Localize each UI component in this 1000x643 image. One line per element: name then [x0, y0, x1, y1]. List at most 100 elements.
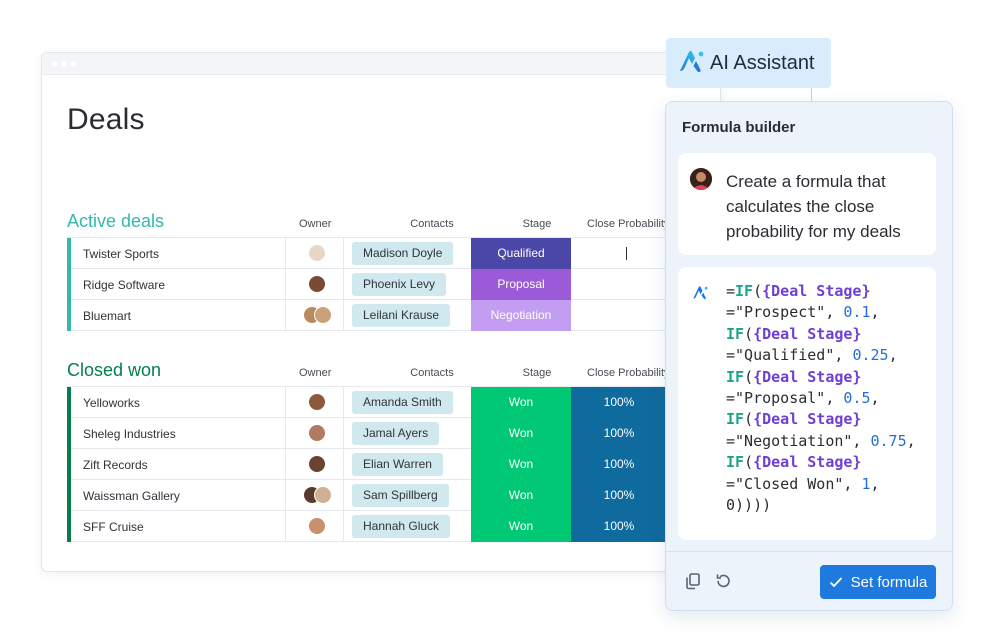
owner-cell[interactable] [303, 424, 339, 444]
probability-cell[interactable]: 100% [571, 511, 667, 542]
board-title: Deals [67, 103, 145, 136]
probability-cell[interactable] [571, 300, 667, 331]
table-row[interactable]: Twister Sports Madison Doyle Qualified [67, 238, 720, 269]
probability-cell[interactable]: 100% [571, 449, 667, 480]
owner-cell[interactable] [303, 455, 339, 475]
formula-line: ="Proposal", 0.5, [726, 389, 880, 408]
table-row[interactable]: SFF Cruise Hannah Gluck Won 100% [67, 511, 720, 542]
text-cursor [626, 247, 627, 260]
avatar [308, 455, 326, 473]
contact-chip[interactable]: Madison Doyle [352, 242, 454, 265]
avatar [308, 393, 326, 411]
contact-chip[interactable]: Hannah Gluck [352, 515, 451, 538]
contact-chip[interactable]: Jamal Ayers [352, 422, 440, 445]
table-row[interactable]: Bluemart Leilani Krause Negotiation [67, 300, 720, 331]
column-header-owner[interactable]: Owner [299, 367, 331, 379]
cell-divider [343, 480, 344, 511]
set-formula-label: Set formula [850, 573, 928, 591]
column-header-contacts[interactable]: Contacts [387, 367, 477, 379]
stage-status[interactable]: Qualified [471, 238, 571, 269]
owner-cell[interactable] [303, 393, 339, 413]
undo-icon[interactable] [714, 572, 734, 592]
formula-code[interactable]: =IF({Deal Stage} ="Prospect", 0.1, IF({Dea… [726, 281, 916, 516]
deal-name[interactable]: Twister Sports [83, 247, 159, 261]
copy-icon[interactable] [684, 572, 704, 592]
stage-status[interactable]: Won [471, 418, 571, 449]
cell-divider [285, 269, 286, 300]
column-header-stage[interactable]: Stage [497, 218, 577, 230]
group-title[interactable]: Active deals [67, 211, 164, 232]
column-header-owner[interactable]: Owner [299, 218, 331, 230]
set-formula-button[interactable]: Set formula [820, 565, 936, 599]
window-dot [52, 61, 58, 67]
column-header-contacts[interactable]: Contacts [387, 218, 477, 230]
formula-line: ="Closed Won", 1, [726, 474, 880, 493]
formula-line: =IF({Deal Stage} [726, 282, 871, 300]
owner-cell[interactable] [303, 275, 339, 295]
avatar [308, 244, 326, 262]
stage-status[interactable]: Won [471, 387, 571, 418]
contact-chip[interactable]: Elian Warren [352, 453, 443, 476]
owner-cell[interactable] [303, 244, 339, 264]
group-color-bar [67, 238, 71, 269]
contact-chip[interactable]: Phoenix Levy [352, 273, 447, 296]
ai-assistant-label: AI Assistant [710, 51, 815, 74]
avatar [308, 424, 326, 442]
contact-chip[interactable]: Sam Spillberg [352, 484, 449, 507]
panel-divider [666, 551, 952, 552]
user-message: Create a formula that calculates the clo… [678, 153, 936, 255]
formula-line: IF({Deal Stage} [726, 324, 862, 343]
panel-title: Formula builder [682, 119, 796, 136]
deal-name[interactable]: Ridge Software [83, 278, 165, 292]
cell-divider [285, 480, 286, 511]
ai-assistant-badge[interactable]: AI Assistant [666, 38, 831, 88]
avatar [314, 486, 332, 504]
cell-divider [343, 449, 344, 480]
probability-cell[interactable]: 100% [571, 418, 667, 449]
group-active-deals: Active deals Owner Contacts Stage Close … [67, 211, 720, 331]
deal-name[interactable]: Zift Records [83, 458, 148, 472]
formula-result: =IF({Deal Stage} ="Prospect", 0.1, IF({Dea… [678, 267, 936, 540]
ai-assistant-icon [678, 49, 704, 78]
check-icon [829, 577, 842, 588]
cell-divider [343, 511, 344, 542]
owner-cell[interactable] [303, 486, 339, 506]
table-row[interactable]: Sheleg Industries Jamal Ayers Won 100% [67, 418, 720, 449]
contact-chip[interactable]: Leilani Krause [352, 304, 451, 327]
probability-cell[interactable]: 100% [571, 387, 667, 418]
cell-divider [285, 511, 286, 542]
deal-name[interactable]: SFF Cruise [83, 520, 144, 534]
table-row[interactable]: Zift Records Elian Warren Won 100% [67, 449, 720, 480]
cell-divider [285, 238, 286, 269]
formula-line: ="Qualified", 0.25, [726, 346, 898, 365]
user-avatar [690, 168, 712, 190]
probability-cell[interactable] [571, 238, 667, 269]
column-header-stage[interactable]: Stage [497, 367, 577, 379]
avatar [308, 275, 326, 293]
stage-status[interactable]: Negotiation [471, 300, 571, 331]
group-color-bar [67, 449, 71, 480]
deal-name[interactable]: Waissman Gallery [83, 489, 180, 503]
deal-name[interactable]: Yelloworks [83, 396, 140, 410]
table-row[interactable]: Ridge Software Phoenix Levy Proposal [67, 269, 720, 300]
avatar [314, 306, 332, 324]
probability-cell[interactable] [571, 269, 667, 300]
contact-chip[interactable]: Amanda Smith [352, 391, 453, 414]
group-title[interactable]: Closed won [67, 360, 161, 381]
table-row[interactable]: Yelloworks Amanda Smith Won 100% [67, 387, 720, 418]
stage-status[interactable]: Won [471, 449, 571, 480]
stage-status[interactable]: Won [471, 511, 571, 542]
user-prompt-text: Create a formula that calculates the clo… [726, 172, 901, 241]
table-row[interactable]: Waissman Gallery Sam Spillberg Won 100% [67, 480, 720, 511]
owner-cell[interactable] [303, 306, 339, 326]
stage-status[interactable]: Proposal [471, 269, 571, 300]
ai-assistant-icon [692, 285, 708, 305]
cell-divider [285, 449, 286, 480]
owner-cell[interactable] [303, 517, 339, 537]
avatar [308, 517, 326, 535]
window-dot [70, 61, 76, 67]
deal-name[interactable]: Bluemart [83, 309, 131, 323]
stage-status[interactable]: Won [471, 480, 571, 511]
deal-name[interactable]: Sheleg Industries [83, 427, 176, 441]
probability-cell[interactable]: 100% [571, 480, 667, 511]
